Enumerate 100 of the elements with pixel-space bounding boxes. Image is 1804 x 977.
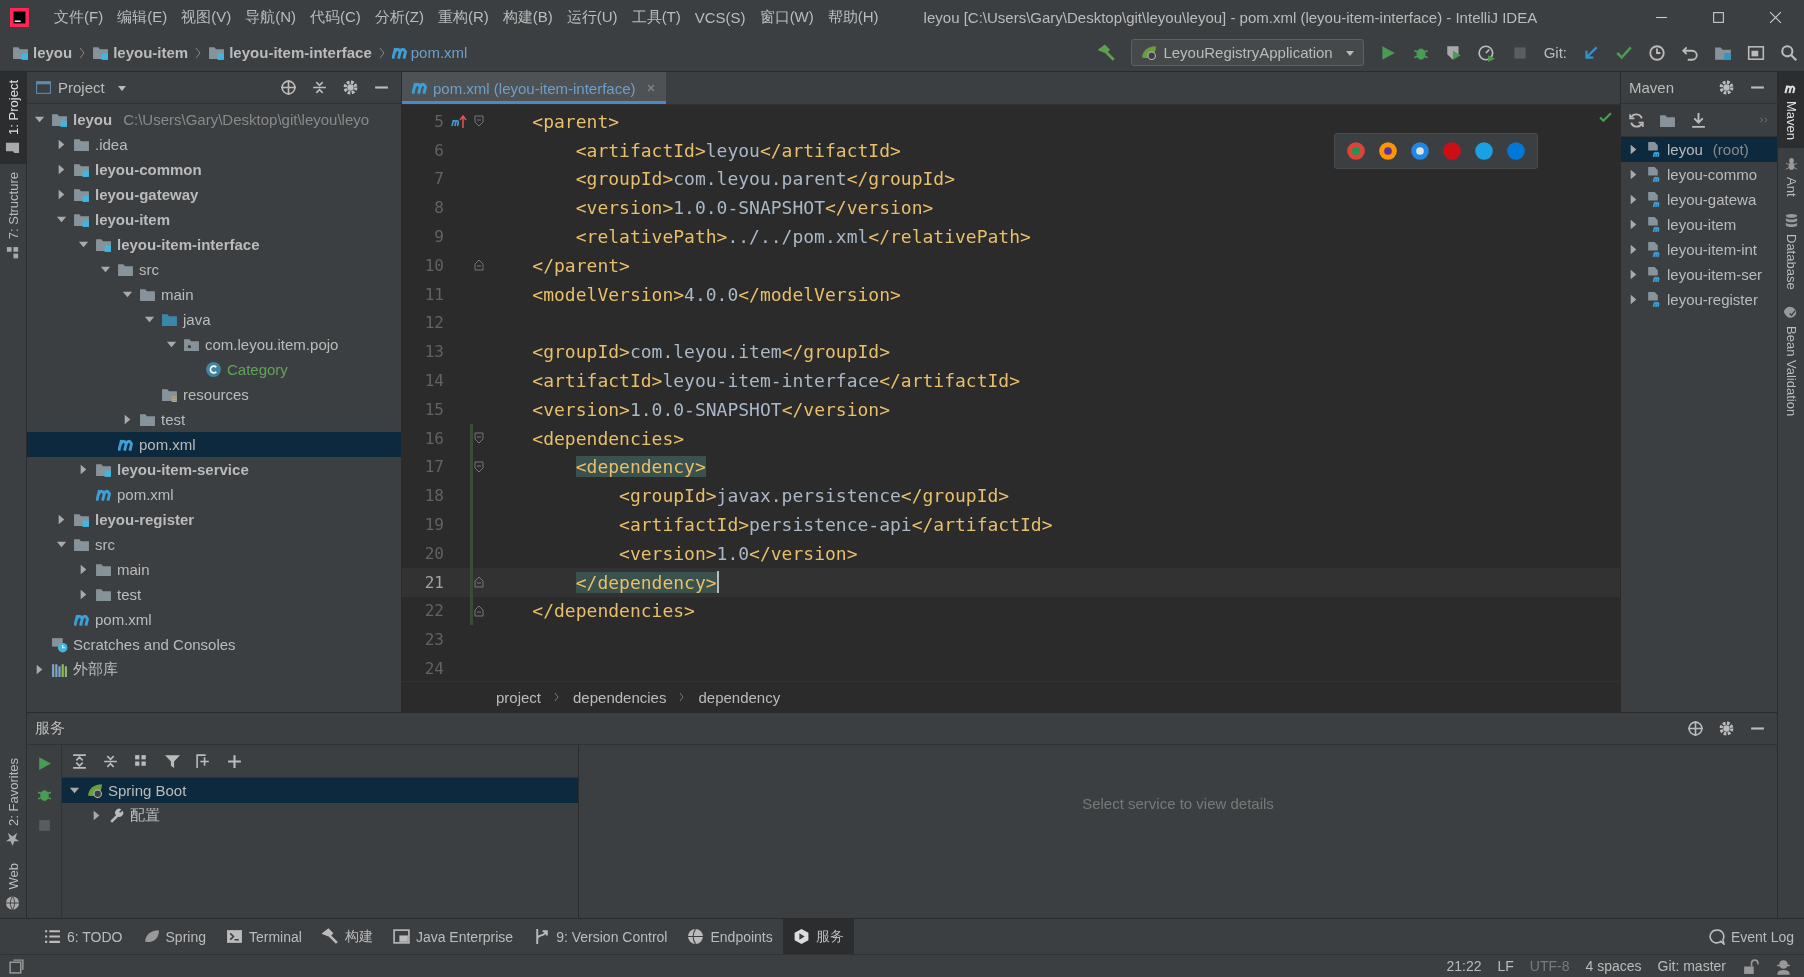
tree-item[interactable]: leyou-item-ser	[1621, 262, 1777, 287]
hammer-icon[interactable]	[1098, 43, 1117, 62]
tree-item[interactable]: test	[27, 407, 401, 432]
tool-window-tab[interactable]: Ant	[1778, 148, 1804, 205]
tool-window-tab[interactable]: Maven	[1778, 72, 1804, 149]
line-separator[interactable]: LF	[1497, 958, 1514, 974]
tool-window-tab[interactable]: 6: TODO	[34, 919, 133, 954]
editor-tab[interactable]: pom.xml (leyou-item-interface)	[402, 72, 666, 104]
tree-item[interactable]: leyou-common	[27, 157, 401, 182]
menu-item[interactable]: 导航(N)	[238, 3, 303, 31]
tree-item[interactable]: 外部库	[27, 657, 401, 682]
menu-item[interactable]: 文件(F)	[47, 3, 111, 31]
tree-item[interactable]: main	[27, 282, 401, 307]
git-branch[interactable]: Git: master	[1657, 958, 1726, 974]
close-icon[interactable]	[1769, 10, 1782, 24]
tree-item[interactable]: leyou-item-service	[27, 457, 401, 482]
breadcrumb-item[interactable]: project	[490, 688, 548, 706]
tool-window-tab[interactable]: Database	[1778, 204, 1804, 298]
menu-item[interactable]: 帮助(H)	[820, 3, 886, 31]
tree-item[interactable]: com.leyou.item.pojo	[27, 332, 401, 357]
tree-item[interactable]: leyou-item-interface	[27, 232, 401, 257]
tree-item[interactable]: leyou-gatewa	[1621, 187, 1777, 212]
caret-position[interactable]: 21:22	[1446, 958, 1482, 974]
tree-item[interactable]: leyou (root)	[1621, 137, 1777, 162]
run-configuration-dropdown[interactable]: LeyouRegistryApplication	[1131, 39, 1364, 66]
tool-window-tab[interactable]: 2: Favorites	[0, 749, 26, 855]
filter-icon[interactable]	[164, 752, 181, 770]
fold-marker-icon[interactable]	[473, 432, 485, 445]
settings-icon[interactable]	[1718, 79, 1735, 96]
menu-item[interactable]: VCS(S)	[687, 3, 753, 31]
tool-window-tab[interactable]: 9: Version Control	[523, 919, 678, 954]
tree-item[interactable]: src	[27, 257, 401, 282]
tree-item[interactable]: leyou-register	[27, 507, 401, 532]
window-layout-icon[interactable]	[1747, 43, 1765, 62]
collapse-all-icon[interactable]	[311, 79, 328, 96]
tool-window-tab[interactable]: 构建	[311, 919, 383, 954]
gauge-icon[interactable]	[1477, 43, 1496, 62]
menu-item[interactable]: 视图(V)	[174, 3, 239, 31]
toggle-panels-icon[interactable]	[8, 957, 25, 975]
refresh-icon[interactable]	[1628, 111, 1645, 129]
indent-setting[interactable]: 4 spaces	[1585, 958, 1642, 974]
new-tab-icon[interactable]	[195, 752, 212, 770]
tree-item[interactable]: main	[27, 557, 401, 582]
breadcrumb-item[interactable]: dependencies	[567, 688, 673, 706]
tool-window-tab[interactable]: Endpoints	[677, 919, 783, 954]
tool-window-tab[interactable]: 1: Project	[0, 72, 26, 164]
tree-item[interactable]: test	[27, 582, 401, 607]
menu-item[interactable]: 编辑(E)	[110, 3, 175, 31]
project-view-dropdown[interactable]: Project	[35, 79, 127, 96]
tree-item[interactable]: Spring Boot	[62, 778, 578, 803]
tool-window-tab[interactable]: Bean Validation	[1778, 297, 1804, 425]
fold-marker-icon[interactable]	[473, 460, 485, 473]
crosshair-icon[interactable]	[1687, 720, 1704, 737]
menu-item[interactable]: 运行(U)	[559, 3, 625, 31]
tree-item[interactable]: leyou C:\Users\Gary\Desktop\git\leyou\leyo	[27, 107, 401, 132]
tree-item[interactable]: pom.xml	[27, 607, 401, 632]
tree-item[interactable]: leyou-item-int	[1621, 237, 1777, 262]
fold-marker-icon[interactable]	[473, 604, 485, 617]
tool-window-tab[interactable]: 7: Structure	[0, 163, 26, 269]
menu-item[interactable]: 代码(C)	[303, 3, 368, 31]
menu-item[interactable]: 分析(Z)	[367, 3, 431, 31]
fold-marker-icon[interactable]	[473, 115, 485, 128]
breadcrumb-item[interactable]: leyou	[12, 44, 73, 61]
tree-item[interactable]: leyou-commo	[1621, 162, 1777, 187]
event-log-button[interactable]: Event Log	[1697, 919, 1804, 954]
fold-marker-icon[interactable]	[473, 259, 485, 272]
tree-item[interactable]: resources	[27, 382, 401, 407]
tree-item[interactable]: java	[27, 307, 401, 332]
tree-item[interactable]: src	[27, 532, 401, 557]
browser-icon[interactable]	[1473, 140, 1495, 162]
menu-item[interactable]: 重构(R)	[430, 3, 496, 31]
tool-window-tab[interactable]: Java Enterprise	[382, 919, 524, 954]
tool-window-tab[interactable]: Terminal	[216, 919, 312, 954]
tree-item[interactable]: pom.xml	[27, 482, 401, 507]
tree-item[interactable]: 配置	[62, 803, 578, 828]
tool-window-tab[interactable]: Spring	[132, 919, 216, 954]
add-icon[interactable]	[226, 752, 243, 770]
download-icon[interactable]	[1690, 111, 1707, 129]
tree-item[interactable]: .idea	[27, 132, 401, 157]
maximize-icon[interactable]	[1712, 10, 1725, 24]
settings-icon[interactable]	[342, 79, 359, 96]
inspector-icon[interactable]	[1775, 957, 1792, 975]
tool-window-tab[interactable]: Web	[0, 854, 26, 918]
tree-item[interactable]: Scratches and Consoles	[27, 632, 401, 657]
browser-icon[interactable]	[1409, 140, 1431, 162]
tool-window-tab[interactable]: 服务	[782, 919, 854, 954]
shield-icon[interactable]	[1444, 43, 1463, 62]
menu-item[interactable]: 构建(B)	[495, 3, 560, 31]
maven-parent-icon[interactable]	[451, 113, 467, 130]
fold-marker-icon[interactable]	[473, 576, 485, 589]
lock-icon[interactable]	[1742, 957, 1759, 975]
tree-item[interactable]: leyou-item	[27, 207, 401, 232]
tree-item[interactable]: leyou-gateway	[27, 182, 401, 207]
settings-icon[interactable]	[1718, 720, 1735, 737]
search-icon[interactable]	[1780, 43, 1798, 62]
clock-icon[interactable]	[1648, 43, 1666, 62]
expand-all-icon[interactable]	[71, 752, 88, 770]
breadcrumb-item[interactable]: leyou-item-interface	[208, 44, 372, 61]
browser-icon[interactable]	[1377, 140, 1399, 162]
breadcrumb-item[interactable]: pom.xml	[391, 44, 468, 61]
